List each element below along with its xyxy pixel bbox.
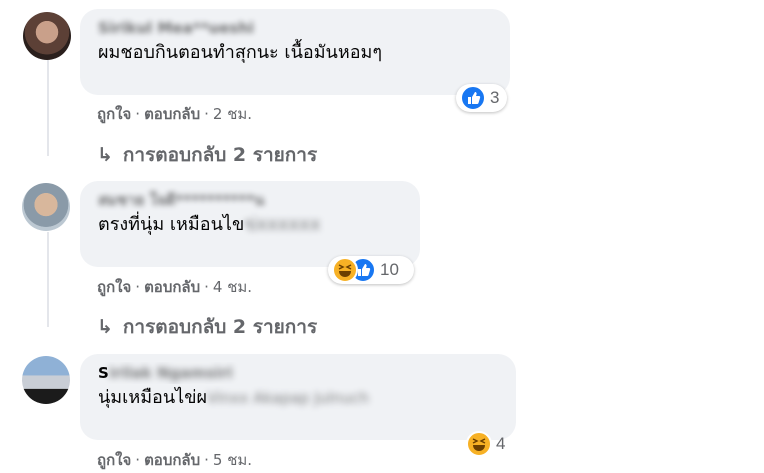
timestamp[interactable]: 2 ชม.: [213, 105, 252, 123]
separator: ·: [135, 278, 141, 296]
replies-label: การตอบกลับ 2 รายการ: [122, 144, 318, 166]
reaction-count: 3: [490, 88, 500, 107]
thread-line: [47, 60, 49, 156]
separator: ·: [204, 451, 209, 469]
comment-bubble: สมชาย ใจดี**********น ตรงที่นุ่ม เหมือนไ…: [80, 181, 420, 267]
like-link[interactable]: ถูกใจ: [97, 278, 131, 296]
haha-icon: [332, 257, 358, 283]
like-link[interactable]: ถูกใจ: [97, 105, 131, 123]
comment-actions: ถูกใจ · ตอบกลับ · 4 ชม.: [97, 275, 252, 299]
commenter-name[interactable]: Sirikul Mea**ueshi: [98, 17, 492, 39]
comment-text: ตรงที่นุ่ม เหมือนไขข่xxxxxx: [98, 214, 321, 235]
reaction-summary[interactable]: 3: [456, 84, 507, 112]
comment-text: ผมชอบกินตอนทำสุกนะ เนื้อมันหอมๆ: [98, 42, 383, 63]
reaction-summary[interactable]: 10: [328, 256, 414, 284]
comment-actions: ถูกใจ · ตอบกลับ · 2 ชม.: [97, 102, 252, 126]
commenter-name[interactable]: สมชาย ใจดี**********น: [98, 189, 402, 211]
reply-link[interactable]: ตอบกลับ: [144, 105, 200, 123]
view-replies-button[interactable]: ↳ การตอบกลับ 2 รายการ: [97, 140, 317, 170]
reaction-count: 10: [380, 260, 399, 279]
comment-bubble: Sirikul Mea**ueshi ผมชอบกินตอนทำสุกนะ เน…: [80, 9, 510, 95]
separator: ·: [135, 105, 141, 123]
separator: ·: [135, 451, 141, 469]
comment-bubble: Sirilak Ngamsiri นุ่มเหมือนไข่ผVinxx Aka…: [80, 354, 516, 440]
avatar[interactable]: [22, 356, 70, 404]
avatar[interactable]: [22, 183, 70, 231]
censored-text: ข่xxxxxx: [244, 214, 321, 235]
view-replies-button[interactable]: ↳ การตอบกลับ 2 รายการ: [97, 312, 317, 342]
thread-line: [47, 232, 49, 327]
reply-link[interactable]: ตอบกลับ: [144, 278, 200, 296]
replies-label: การตอบกลับ 2 รายการ: [122, 316, 318, 338]
haha-icon: [466, 431, 492, 457]
separator: ·: [204, 105, 209, 123]
reaction-count: 4: [496, 434, 506, 453]
reply-arrow-icon: ↳: [97, 144, 113, 166]
avatar[interactable]: [23, 12, 71, 60]
commenter-name[interactable]: Sirilak Ngamsiri: [98, 362, 498, 384]
like-link[interactable]: ถูกใจ: [97, 451, 131, 469]
reaction-summary[interactable]: 4: [462, 430, 512, 458]
timestamp[interactable]: 5 ชม.: [213, 451, 252, 469]
censored-name: irilak Ngamsiri: [108, 364, 233, 382]
like-icon: [460, 85, 486, 111]
comment-actions: ถูกใจ · ตอบกลับ · 5 ชม.: [97, 448, 252, 472]
timestamp[interactable]: 4 ชม.: [213, 278, 252, 296]
censored-text: Vinxx Akapap Julnuch: [207, 389, 369, 407]
separator: ·: [204, 278, 209, 296]
reply-arrow-icon: ↳: [97, 316, 113, 338]
reply-link[interactable]: ตอบกลับ: [144, 451, 200, 469]
comment-text: นุ่มเหมือนไข่ผVinxx Akapap Julnuch: [98, 387, 369, 408]
